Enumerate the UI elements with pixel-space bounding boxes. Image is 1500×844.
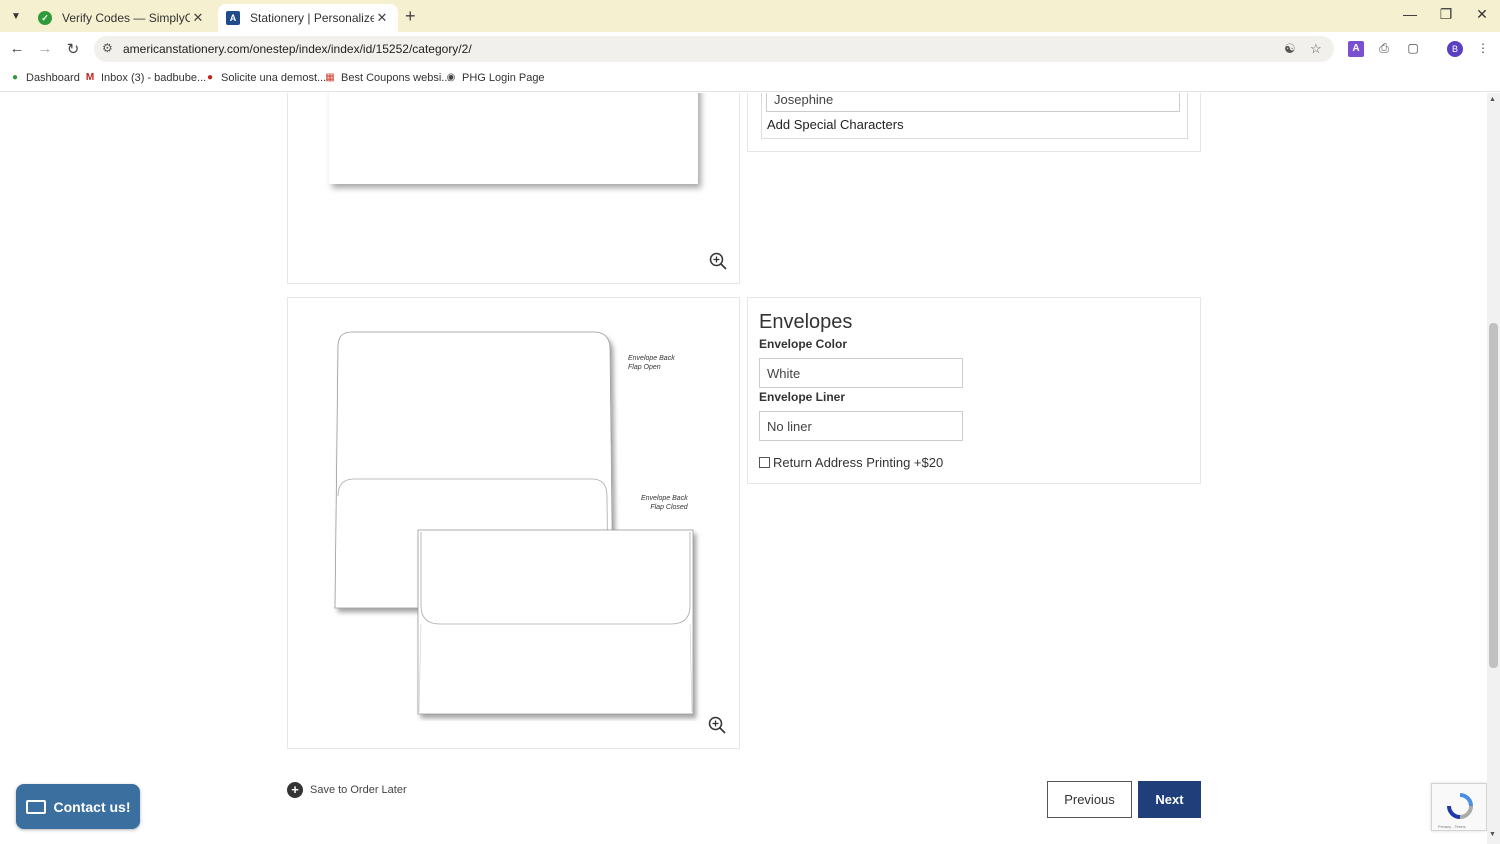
- extension-a-icon[interactable]: A: [1348, 41, 1364, 57]
- translate-icon[interactable]: ☯: [1284, 41, 1296, 57]
- scroll-thumb[interactable]: [1489, 323, 1498, 668]
- envelope-liner-label: Envelope Liner: [759, 390, 846, 404]
- contact-label: Contact us!: [53, 798, 131, 815]
- extension-printer-icon[interactable]: ⎙: [1376, 41, 1392, 57]
- envelope-icon: [25, 799, 46, 814]
- envelope-color-select[interactable]: White: [759, 358, 963, 388]
- plus-circle-icon: +: [287, 782, 303, 798]
- flap-closed-note-line2: Flap Closed: [650, 504, 688, 511]
- recaptcha-icon: [1447, 793, 1473, 819]
- bookmark-label: Best Coupons websi...: [341, 72, 451, 84]
- bookmark-label: Solicite una demost...: [221, 72, 327, 84]
- bookmark-dashboard[interactable]: ● Dashboard: [9, 72, 80, 84]
- address-bar[interactable]: ⚙ americanstationery.com/onestep/index/i…: [94, 36, 1334, 62]
- new-tab-icon[interactable]: +: [405, 6, 416, 27]
- americanstationery-favicon-icon: A: [226, 11, 240, 25]
- bookmark-demo[interactable]: ● Solicite una demost...: [204, 72, 326, 84]
- bookmark-phg[interactable]: ◉ PHG Login Page: [445, 72, 545, 84]
- return-address-option[interactable]: Return Address Printing +$20: [759, 455, 943, 470]
- minimize-icon[interactable]: —: [1400, 6, 1420, 22]
- bookmark-inbox[interactable]: M Inbox (3) - badbube...: [84, 72, 206, 84]
- bookmark-label: Dashboard: [26, 72, 80, 84]
- next-button[interactable]: Next: [1138, 781, 1201, 818]
- flap-closed-note-line1: Envelope Back: [641, 495, 688, 502]
- simplycodes-favicon-icon: ✓: [38, 11, 52, 25]
- bookmark-coupons[interactable]: ▦ Best Coupons websi...: [324, 72, 450, 84]
- envelope-diagram: [334, 331, 694, 715]
- stationery-preview-card: [287, 93, 740, 284]
- restore-icon[interactable]: ❐: [1436, 6, 1456, 23]
- tab-title: Verify Codes — SimplyCodes: [62, 11, 190, 25]
- bookmark-label: Inbox (3) - badbube...: [101, 72, 207, 84]
- menu-kebab-icon[interactable]: ⋮: [1475, 41, 1491, 57]
- flap-open-note-line1: Envelope Back: [628, 355, 675, 362]
- browser-toolbar: ← → ↻ ⚙ americanstationery.com/onestep/i…: [0, 32, 1500, 66]
- add-special-characters-link[interactable]: Add Special Characters: [767, 117, 904, 132]
- dashboard-icon: ●: [11, 72, 19, 83]
- bookmarks-bar: ● Dashboard M Inbox (3) - badbube... ● S…: [0, 66, 1500, 92]
- return-address-checkbox[interactable]: [759, 457, 770, 468]
- name-line-input[interactable]: Josephine: [766, 93, 1180, 112]
- tab-strip: ▼ ✓ Verify Codes — SimplyCodes ✕ A Stati…: [0, 0, 1500, 32]
- reload-icon[interactable]: ↻: [63, 40, 83, 58]
- close-tab-icon[interactable]: ✕: [374, 10, 390, 26]
- zoom-icon[interactable]: [709, 252, 727, 270]
- tab-title: Stationery | Personalized Gifts |: [250, 11, 374, 25]
- gmail-icon: M: [85, 72, 95, 83]
- save-to-order-later-link[interactable]: + Save to Order Later: [287, 782, 407, 798]
- envelope-preview-card: Envelope Back Flap Open Envelope Back Fl…: [287, 297, 740, 749]
- back-icon[interactable]: ←: [7, 40, 27, 57]
- close-window-icon[interactable]: ✕: [1472, 6, 1492, 23]
- envelopes-heading: Envelopes: [759, 311, 853, 333]
- flap-closed-note: Envelope Back Flap Closed: [641, 494, 688, 512]
- flap-open-note: Envelope Back Flap Open: [628, 354, 675, 372]
- page-scrollbar[interactable]: ▲ ▼: [1487, 93, 1500, 844]
- zoom-icon[interactable]: [708, 716, 726, 734]
- return-address-label: Return Address Printing +$20: [773, 455, 944, 470]
- extensions-puzzle-icon[interactable]: ▢: [1405, 41, 1421, 57]
- contact-us-button[interactable]: Contact us!: [16, 784, 140, 829]
- flap-open-note-line2: Flap Open: [628, 364, 661, 371]
- bookmark-star-icon[interactable]: ☆: [1310, 41, 1322, 57]
- scroll-down-icon[interactable]: ▼: [1489, 831, 1496, 838]
- bookmark-label: PHG Login Page: [462, 72, 545, 84]
- scroll-up-icon[interactable]: ▲: [1489, 96, 1496, 103]
- profile-avatar[interactable]: B: [1447, 41, 1463, 57]
- stationery-sheet-image: [329, 93, 698, 184]
- close-tab-icon[interactable]: ✕: [190, 10, 206, 26]
- envelope-liner-select[interactable]: No liner: [759, 411, 963, 441]
- page-content: Josephine Add Special Characters Envelop…: [0, 93, 1487, 844]
- envelope-color-label: Envelope Color: [759, 337, 848, 351]
- previous-button[interactable]: Previous: [1047, 781, 1132, 818]
- tab-simplycodes[interactable]: ✓ Verify Codes — SimplyCodes ✕: [30, 4, 214, 32]
- globe-icon: ◉: [446, 72, 456, 83]
- forward-icon[interactable]: →: [35, 40, 55, 57]
- grid-icon: ▦: [325, 72, 335, 83]
- save-later-label: Save to Order Later: [310, 784, 407, 796]
- url-text: americanstationery.com/onestep/index/ind…: [123, 42, 472, 56]
- tab-search-icon[interactable]: ▼: [6, 7, 26, 25]
- site-settings-icon[interactable]: ⚙: [102, 41, 113, 55]
- recaptcha-terms[interactable]: Privacy - Terms: [1438, 824, 1465, 829]
- person-icon: ●: [206, 72, 214, 83]
- tab-stationery[interactable]: A Stationery | Personalized Gifts | ✕: [218, 4, 398, 32]
